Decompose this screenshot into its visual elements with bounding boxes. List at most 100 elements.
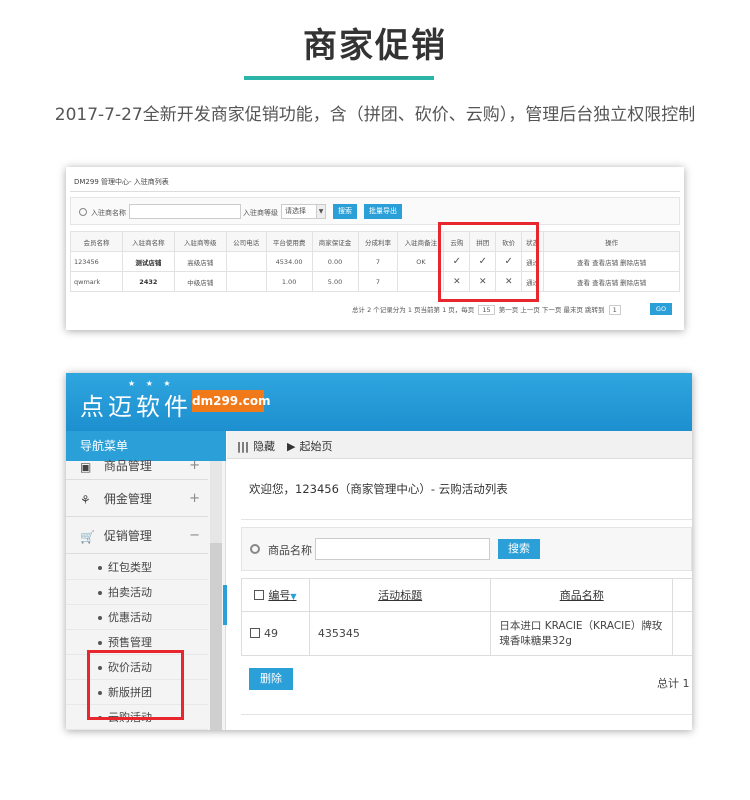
note-cell (397, 271, 445, 292)
sidebar-subitem[interactable]: 拍卖活动 (66, 580, 208, 605)
sidebar-subitem[interactable]: 红包类型 (66, 555, 208, 580)
actions-cell[interactable]: 查看 查看店铺 删除店铺 (543, 271, 680, 292)
sidebar-item-goods[interactable]: ▣ 商品管理 + (66, 452, 208, 480)
merchant-name-cell: 测试店铺 (121, 251, 175, 272)
main-content: ||| 隐藏 ▶ 起始页 欢迎您，123456（商家管理中心）- 云购活动列表 商品… (227, 431, 692, 730)
divider (70, 191, 680, 192)
scrollbar-thumb[interactable] (210, 543, 222, 730)
table-row: 123456 测试店铺 高级店铺 4534.00 0.00 7 OK ✓ ✓ ✓… (70, 251, 680, 272)
search-bar: 商品名称 搜索 (241, 527, 692, 571)
deposit-cell: 5.00 (311, 271, 359, 292)
table-row: qwmark 2432 中级店铺 1.00 5.00 7 ✕ ✕ ✕ 通过 查看… (70, 271, 680, 292)
note-cell: OK (397, 251, 445, 272)
share-icon: ⚘ (80, 493, 91, 507)
column-header: 平台使用费 (265, 231, 313, 252)
play-circle-icon: ▶ (287, 440, 296, 453)
search-icon (250, 544, 260, 554)
merchant-table: 会员名称 入驻商名称 入驻商等级 公司电话 平台使用费 商家保证金 分成利率 入… (70, 231, 680, 292)
title-column-header[interactable]: 活动标题 (308, 578, 492, 612)
merchant-level-select[interactable]: 请选择 ▼ (281, 204, 326, 219)
jump-page-input[interactable]: 1 (608, 305, 621, 315)
merchant-level-value: 请选择 (285, 207, 306, 215)
yungou-table: 编号▼ 活动标题 商品名称 49 435345 日本进口 KRACIE（KRAC… (241, 578, 692, 656)
cart-icon: 🛒 (80, 530, 95, 544)
phone-cell (225, 251, 267, 272)
merchant-name-input[interactable] (129, 204, 241, 219)
search-button[interactable]: 搜索 (498, 539, 540, 559)
delete-button[interactable]: 删除 (249, 668, 293, 690)
merchant-list-screenshot: DM299 管理中心- 入驻商列表 入驻商名称 入驻商等级 请选择 ▼ 搜索 批… (66, 167, 684, 330)
id-column-header[interactable]: 编号▼ (241, 578, 310, 612)
subitem-label: 红包类型 (108, 561, 152, 574)
id-cell: 49 (241, 611, 310, 656)
title-cell: 435345 (308, 611, 492, 656)
bulk-export-button[interactable]: 批量导出 (364, 204, 402, 219)
go-button[interactable]: GO (650, 303, 672, 315)
select-all-checkbox[interactable] (254, 590, 265, 600)
table-header-row: 会员名称 入驻商名称 入驻商等级 公司电话 平台使用费 商家保证金 分成利率 入… (70, 231, 680, 252)
actions-cell[interactable]: 查看 查看店铺 删除店铺 (543, 251, 680, 272)
table-header-row: 编号▼ 活动标题 商品名称 (241, 578, 692, 612)
sidebar-subitem[interactable]: 优惠活动 (66, 605, 208, 630)
search-icon (79, 208, 87, 216)
per-page-input[interactable]: 15 (478, 305, 495, 315)
bullet-icon (98, 566, 102, 570)
pagination: 总计 2 个记录分为 1 页当前第 1 页，每页 15 第一页 上一页 下一页 … (352, 304, 623, 315)
chevron-down-icon: ▼ (316, 205, 325, 218)
level-cell: 高级店铺 (173, 251, 227, 272)
rate-cell: 7 (357, 251, 399, 272)
sidebar-item-label: 促销管理 (103, 529, 152, 543)
logo-text: 点迈软件 (80, 393, 192, 421)
pager-summary: 总计 2 个记录分为 1 页当前第 1 页，每页 (352, 306, 475, 314)
hide-button[interactable]: ||| 隐藏 (237, 438, 275, 454)
sidebar-item-promotion[interactable]: 🛒 促销管理 − (66, 518, 208, 554)
id-header-label: 编号 (268, 589, 291, 602)
welcome-text: 欢迎您，123456（商家管理中心）- 云购活动列表 (249, 482, 508, 496)
product-column-header[interactable]: 商品名称 (490, 578, 674, 612)
app-header: ★ ★ ★ 点迈软件 dm299.com (66, 373, 692, 431)
pager-links[interactable]: 第一页 上一页 下一页 最末页 跳转到 (499, 306, 605, 314)
divider (241, 519, 692, 520)
search-button[interactable]: 搜索 (333, 204, 357, 219)
collapse-icon[interactable]: − (189, 518, 200, 554)
product-name-input[interactable] (315, 538, 490, 560)
expand-icon[interactable]: + (189, 481, 200, 517)
column-header: 入驻商备注 (397, 231, 445, 252)
highlight-box (87, 650, 184, 720)
bullet-icon (98, 616, 102, 620)
column-header: 分成利率 (357, 231, 399, 252)
home-button[interactable]: ▶ 起始页 (287, 438, 332, 454)
expand-icon[interactable]: + (189, 452, 200, 480)
deposit-cell: 0.00 (311, 251, 359, 272)
member-cell: 123456 (70, 251, 123, 272)
search-bar: 入驻商名称 入驻商等级 请选择 ▼ 搜索 批量导出 (70, 197, 680, 225)
merchant-name-cell: 2432 (121, 271, 175, 292)
product-name-label: 商品名称 (268, 544, 312, 557)
id-value: 49 (264, 627, 278, 640)
subitem-label: 拍卖活动 (108, 586, 152, 599)
column-header: 公司电话 (225, 231, 267, 252)
bullet-icon (98, 641, 102, 645)
sidebar-item-commission[interactable]: ⚘ 佣金管理 + (66, 481, 208, 517)
subitem-label: 预售管理 (108, 636, 152, 649)
box-icon: ▣ (80, 460, 92, 474)
row-checkbox[interactable] (250, 628, 260, 638)
title-underline (244, 76, 434, 80)
column-header-extra (672, 578, 692, 612)
sort-down-icon: ▼ (290, 592, 297, 601)
column-header: 商家保证金 (311, 231, 359, 252)
sidebar-item-label: 佣金管理 (103, 492, 152, 506)
divider (241, 714, 692, 715)
bars-icon: ||| (237, 440, 250, 453)
toolbar: ||| 隐藏 ▶ 起始页 (227, 431, 692, 459)
highlight-box (438, 222, 539, 302)
hide-label: 隐藏 (253, 440, 276, 453)
fee-cell: 4534.00 (265, 251, 313, 272)
home-label: 起始页 (299, 440, 333, 453)
merchant-name-label: 入驻商名称 (91, 209, 126, 217)
total-count: 总计 1 个 (657, 677, 692, 690)
extra-cell (672, 611, 692, 656)
subitem-label: 优惠活动 (108, 611, 152, 624)
product-cell: 日本进口 KRACIE（KRACIE）牌玫瑰香味糖果32g (490, 611, 674, 656)
breadcrumb: DM299 管理中心- 入驻商列表 (74, 178, 169, 186)
